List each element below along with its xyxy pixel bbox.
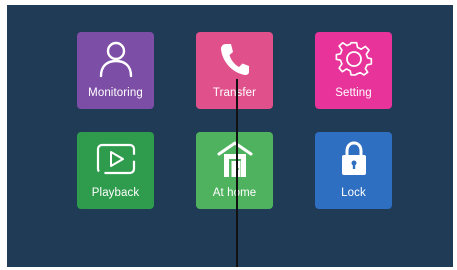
at-home-button[interactable]: At home bbox=[196, 132, 273, 209]
lock-label: Lock bbox=[341, 187, 366, 199]
setting-label: Setting bbox=[335, 87, 372, 99]
monitoring-button[interactable]: Monitoring bbox=[77, 32, 154, 109]
lock-icon bbox=[315, 139, 392, 179]
lock-button[interactable]: Lock bbox=[315, 132, 392, 209]
house-icon bbox=[196, 139, 273, 179]
person-icon bbox=[77, 39, 154, 79]
playback-button[interactable]: Playback bbox=[77, 132, 154, 209]
at-home-label: At home bbox=[212, 187, 257, 199]
setting-button[interactable]: Setting bbox=[315, 32, 392, 109]
phone-icon bbox=[196, 39, 273, 79]
monitoring-label: Monitoring bbox=[88, 87, 143, 99]
home-screen: Monitoring Transfer Setting Playback At … bbox=[7, 5, 453, 267]
gear-icon bbox=[315, 39, 392, 79]
transfer-label: Transfer bbox=[212, 87, 257, 99]
play-screen-icon bbox=[77, 139, 154, 179]
pointer-line bbox=[236, 79, 238, 267]
playback-label: Playback bbox=[91, 187, 140, 199]
transfer-button[interactable]: Transfer bbox=[196, 32, 273, 109]
